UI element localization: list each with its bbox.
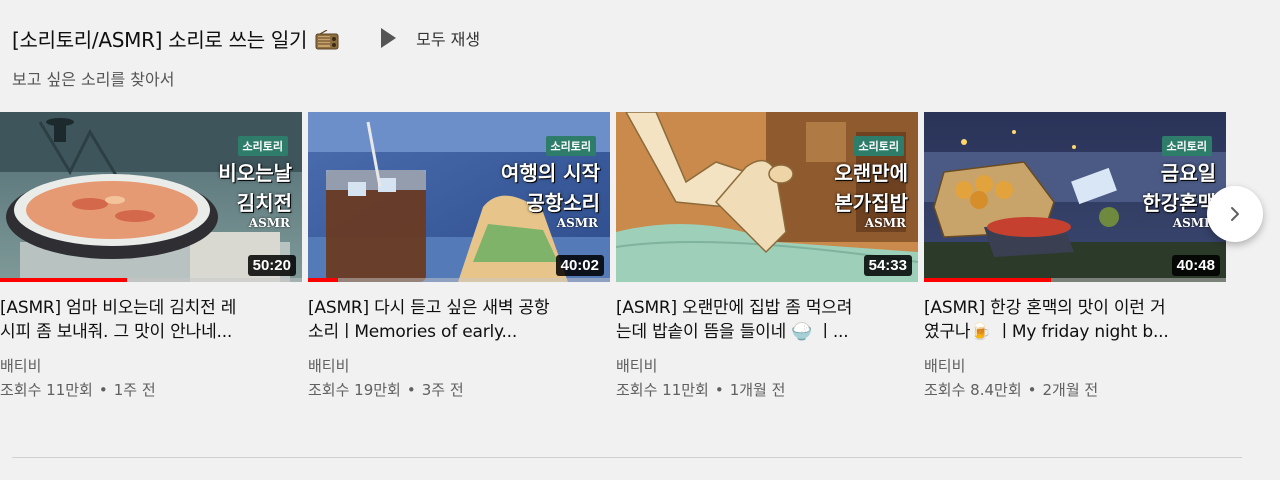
radio-icon	[315, 29, 339, 49]
view-count: 조회수 8.4만회	[924, 381, 1022, 399]
channel-name[interactable]: 배티비	[616, 356, 918, 376]
watch-progress-bar	[308, 278, 610, 282]
video-title[interactable]: [ASMR] 한강 혼맥의 맛이 이런 거 였구나🍺 ㅣMy friday ni…	[924, 296, 1226, 344]
video-meta: 조회수 19만회 • 3주 전	[308, 380, 610, 400]
video-meta: 조회수 8.4만회 • 2개월 전	[924, 380, 1226, 400]
channel-name[interactable]: 배티비	[0, 356, 302, 376]
thumbnail-asmr-label: ASMR	[864, 216, 906, 230]
duration-badge: 40:02	[555, 255, 604, 276]
carousel-next-button[interactable]	[1207, 186, 1263, 242]
video-card[interactable]: 소리토리 비오는날 김치전 ASMR 50:20 [ASMR] 엄마 비오는데 …	[0, 112, 302, 400]
thumbnail-caption-line: 금요일	[1160, 161, 1216, 185]
channel-name[interactable]: 배티비	[924, 356, 1226, 376]
video-title-line[interactable]: [ASMR] 엄마 비오는데 김치전 레	[0, 296, 302, 320]
video-thumbnail[interactable]: 소리토리 오랜만에 본가집밥 ASMR 54:33	[616, 112, 918, 282]
thumbnail-caption: 비오는날 김치전	[218, 158, 292, 218]
video-title-line[interactable]: 시피 좀 보내줘. 그 맛이 안나네...	[0, 320, 302, 344]
thumbnail-caption-line: 공항소리	[526, 191, 600, 215]
video-title-line[interactable]: [ASMR] 오랜만에 집밥 좀 먹으려	[616, 296, 918, 320]
view-count: 조회수 11만회	[0, 381, 93, 399]
video-details: [ASMR] 엄마 비오는데 김치전 레 시피 좀 보내줘. 그 맛이 안나네.…	[0, 296, 302, 400]
video-details: [ASMR] 오랜만에 집밥 좀 먹으려 는데 밥솥이 뜸을 들이네 🍚 ㅣ..…	[616, 296, 918, 400]
view-count: 조회수 11만회	[616, 381, 709, 399]
video-title-line[interactable]: [ASMR] 한강 혼맥의 맛이 이런 거	[924, 296, 1226, 320]
thumbnail-caption-line: 오랜만에	[834, 161, 908, 185]
separator-dot: •	[1027, 381, 1037, 399]
video-thumbnail[interactable]: 소리토리 비오는날 김치전 ASMR 50:20	[0, 112, 302, 282]
video-title-line[interactable]: 였구나🍺 ㅣMy friday night b...	[924, 320, 1226, 344]
video-title[interactable]: [ASMR] 엄마 비오는데 김치전 레 시피 좀 보내줘. 그 맛이 안나네.…	[0, 296, 302, 344]
upload-age: 1개월 전	[729, 381, 786, 399]
play-all-button[interactable]: 모두 재생	[381, 26, 480, 50]
upload-age: 3주 전	[421, 381, 464, 399]
thumbnail-caption-line: 비오는날	[218, 161, 292, 185]
video-details: [ASMR] 한강 혼맥의 맛이 이런 거 였구나🍺 ㅣMy friday ni…	[924, 296, 1226, 400]
watch-progress-fill	[924, 278, 1051, 282]
video-thumbnail[interactable]: 소리토리 금요일 한강혼맥 ASMR 40:48	[924, 112, 1226, 282]
channel-brand-tag: 소리토리	[1161, 136, 1212, 156]
video-card[interactable]: 소리토리 금요일 한강혼맥 ASMR 40:48 [ASMR] 한강 혼맥의 맛…	[924, 112, 1226, 400]
thumbnail-asmr-label: ASMR	[556, 216, 598, 230]
shelf-title[interactable]: [소리토리/ASMR] 소리로 쓰는 일기	[12, 24, 339, 53]
chevron-right-icon	[1231, 207, 1239, 221]
duration-badge: 40:48	[1171, 255, 1220, 276]
view-count: 조회수 19만회	[308, 381, 401, 399]
channel-name[interactable]: 배티비	[308, 356, 610, 376]
separator-dot: •	[98, 381, 108, 399]
video-title-line[interactable]: [ASMR] 다시 듣고 싶은 새벽 공항	[308, 296, 610, 320]
shelf-subtitle: 보고 싶은 소리를 찾아서	[12, 70, 175, 89]
thumbnail-caption: 여행의 시작 공항소리	[501, 158, 600, 218]
watch-progress-bar	[924, 278, 1226, 282]
separator-dot: •	[714, 381, 724, 399]
watch-progress-bar	[0, 278, 302, 282]
shelf-header: [소리토리/ASMR] 소리로 쓰는 일기 모두 재생	[12, 18, 1242, 58]
shelf: [소리토리/ASMR] 소리로 쓰는 일기 모두 재생 보고 싶은 소리를 찾아…	[12, 18, 1242, 90]
video-details: [ASMR] 다시 듣고 싶은 새벽 공항 소리ㅣMemories of ear…	[308, 296, 610, 400]
video-meta: 조회수 11만회 • 1주 전	[0, 380, 302, 400]
video-card[interactable]: 소리토리 오랜만에 본가집밥 ASMR 54:33 [ASMR] 오랜만에 집밥…	[616, 112, 918, 400]
thumbnail-asmr-label: ASMR	[248, 216, 290, 230]
video-title[interactable]: [ASMR] 다시 듣고 싶은 새벽 공항 소리ㅣMemories of ear…	[308, 296, 610, 344]
play-all-label: 모두 재생	[416, 30, 481, 49]
play-icon	[381, 28, 397, 48]
video-title-line[interactable]: 는데 밥솥이 뜸을 들이네 🍚 ㅣ...	[616, 320, 918, 344]
thumbnail-caption: 오랜만에 본가집밥	[834, 158, 908, 218]
video-title-line[interactable]: 소리ㅣMemories of early...	[308, 320, 610, 344]
channel-brand-tag: 소리토리	[545, 136, 596, 156]
video-meta: 조회수 11만회 • 1개월 전	[616, 380, 918, 400]
upload-age: 2개월 전	[1042, 381, 1099, 399]
upload-age: 1주 전	[113, 381, 156, 399]
video-card[interactable]: 소리토리 여행의 시작 공항소리 ASMR 40:02 [ASMR] 다시 듣고…	[308, 112, 610, 400]
duration-badge: 50:20	[247, 255, 296, 276]
separator-dot: •	[406, 381, 416, 399]
channel-brand-tag: 소리토리	[237, 136, 288, 156]
section-divider	[12, 457, 1242, 458]
thumbnail-caption-line: 여행의 시작	[501, 161, 600, 185]
thumbnail-caption-line: 본가집밥	[834, 191, 908, 215]
thumbnail-caption: 금요일 한강혼맥	[1142, 158, 1216, 218]
thumbnail-caption-line: 한강혼맥	[1142, 191, 1216, 215]
thumbnail-caption-line: 김치전	[236, 191, 292, 215]
shelf-title-text[interactable]: [소리토리/ASMR] 소리로 쓰는 일기	[12, 28, 307, 52]
duration-badge: 54:33	[863, 255, 912, 276]
watch-progress-fill	[308, 278, 339, 282]
video-thumbnail[interactable]: 소리토리 여행의 시작 공항소리 ASMR 40:02	[308, 112, 610, 282]
watch-progress-fill	[0, 278, 127, 282]
channel-brand-tag: 소리토리	[853, 136, 904, 156]
video-title[interactable]: [ASMR] 오랜만에 집밥 좀 먹으려 는데 밥솥이 뜸을 들이네 🍚 ㅣ..…	[616, 296, 918, 344]
video-carousel: 소리토리 비오는날 김치전 ASMR 50:20 [ASMR] 엄마 비오는데 …	[0, 112, 1230, 412]
